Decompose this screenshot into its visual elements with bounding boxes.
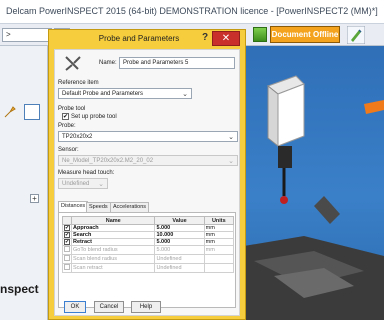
column-header-value: Value	[154, 216, 205, 225]
document-offline-button[interactable]: Document Offline	[270, 26, 340, 43]
chevron-down-icon: ⌄	[182, 91, 188, 98]
distances-table: Name Value Units ✔ Approach 5.000 mm ✔ S…	[62, 216, 235, 273]
name-input[interactable]: Probe and Parameters 5	[119, 57, 235, 69]
row-units	[203, 254, 235, 264]
row-checkbox[interactable]: ✔	[64, 225, 70, 231]
reference-item-label: Reference item	[58, 80, 99, 86]
row-name: GoTo blend radius	[70, 245, 156, 255]
table-row[interactable]: Scan blend radius Undefined	[62, 254, 235, 264]
row-units: mm	[203, 238, 235, 246]
dialog-title: Probe and Parameters	[98, 34, 180, 43]
tab-distances[interactable]: Distances	[58, 201, 89, 212]
row-value[interactable]: 5.000	[154, 224, 205, 232]
table-row[interactable]: ✔ Search 10.000 mm	[62, 231, 235, 239]
tab-accelerations[interactable]: Accelerations	[110, 202, 150, 212]
table-row[interactable]: GoTo blend radius 5.000 mm	[62, 245, 235, 255]
name-label: Name:	[99, 60, 117, 66]
dialog-titlebar[interactable]: Probe and Parameters ? ✕	[49, 30, 245, 48]
pencil-icon[interactable]	[347, 26, 365, 44]
probe-tool-group-label: Probe tool	[58, 106, 86, 112]
row-units: mm	[203, 245, 235, 255]
probe-tool-icon	[65, 56, 81, 71]
row-checkbox[interactable]	[64, 255, 70, 261]
probe-label: Probe:	[58, 123, 76, 129]
measure-head-touch-value: Undefined	[62, 181, 90, 187]
app-titlebar: Delcam PowerINSPECT 2015 (64-bit) DEMONS…	[0, 0, 384, 24]
distances-panel: Name Value Units ✔ Approach 5.000 mm ✔ S…	[58, 212, 236, 308]
app-title: Delcam PowerINSPECT 2015 (64-bit) DEMONS…	[6, 6, 378, 16]
help-button[interactable]: Help	[131, 301, 161, 313]
sensor-value: Ne_Model_TP20x20x2.M2_20_02	[62, 158, 154, 164]
chevron-down-icon: ⌄	[228, 158, 234, 165]
row-units	[203, 263, 235, 273]
toolbar-combo[interactable]: >	[2, 28, 52, 42]
panel-view-icon[interactable]	[24, 104, 40, 120]
row-units: mm	[203, 224, 235, 232]
3d-viewport[interactable]	[244, 46, 384, 320]
row-name: Scan retract	[70, 263, 156, 273]
dialog-body: Name: Probe and Parameters 5 Reference i…	[54, 49, 240, 316]
cancel-button[interactable]: Cancel	[94, 301, 124, 313]
close-button[interactable]: ✕	[212, 31, 240, 46]
table-row[interactable]: ✔ Retract 5.000 mm	[62, 238, 235, 246]
header-checkbox-col	[62, 216, 72, 225]
column-header-units: Units	[203, 216, 235, 225]
reference-item-value: Default Probe and Parameters	[62, 91, 144, 97]
probe-model-render	[244, 75, 384, 320]
column-header-name: Name	[70, 216, 156, 225]
row-name: Scan blend radius	[70, 254, 156, 264]
probe-select[interactable]: TP20x20x2 ⌄	[58, 131, 238, 142]
explorer-label: nspect	[0, 282, 39, 296]
tab-speeds[interactable]: Speeds	[86, 202, 111, 212]
ok-button[interactable]: OK	[64, 301, 86, 313]
row-value: Undefined	[154, 254, 205, 264]
probe-value: TP20x20x2	[62, 134, 93, 140]
sensor-label: Sensor:	[58, 147, 79, 153]
green-tool-icon[interactable]	[253, 27, 267, 42]
row-units: mm	[203, 231, 235, 239]
row-checkbox[interactable]	[64, 264, 70, 270]
tree-expand-icon[interactable]: +	[30, 194, 39, 203]
row-checkbox[interactable]: ✔	[64, 239, 70, 245]
row-value: 5.000	[154, 245, 205, 255]
measure-head-touch-select: Undefined ⌄	[58, 178, 108, 189]
row-value[interactable]: 5.000	[154, 238, 205, 246]
row-value: Undefined	[154, 263, 205, 273]
table-header-row: Name Value Units	[62, 216, 235, 225]
row-name: Retract	[70, 238, 156, 246]
setup-probe-tool-label: Set up probe tool	[71, 114, 117, 120]
sensor-select: Ne_Model_TP20x20x2.M2_20_02 ⌄	[58, 155, 238, 166]
pin-icon[interactable]	[2, 104, 18, 120]
probe-parameters-dialog: Probe and Parameters ? ✕ Name: Probe and…	[48, 29, 246, 320]
explorer-toolbar	[0, 102, 48, 128]
table-row[interactable]: Scan retract Undefined	[62, 263, 235, 273]
chevron-down-icon: ⌄	[98, 181, 104, 188]
explorer-panel: + nspect	[0, 46, 48, 320]
help-icon[interactable]: ?	[202, 32, 208, 43]
measure-head-touch-label: Measure head touch:	[58, 170, 115, 176]
row-checkbox[interactable]	[64, 246, 70, 252]
table-row[interactable]: ✔ Approach 5.000 mm	[62, 224, 235, 232]
row-value[interactable]: 10.000	[154, 231, 205, 239]
row-checkbox[interactable]: ✔	[64, 232, 70, 238]
row-name: Approach	[70, 224, 156, 232]
reference-item-select[interactable]: Default Probe and Parameters ⌄	[58, 88, 192, 99]
chevron-down-icon: ⌄	[228, 134, 234, 141]
row-name: Search	[70, 231, 156, 239]
setup-probe-tool-checkbox[interactable]: ✔	[62, 113, 69, 120]
